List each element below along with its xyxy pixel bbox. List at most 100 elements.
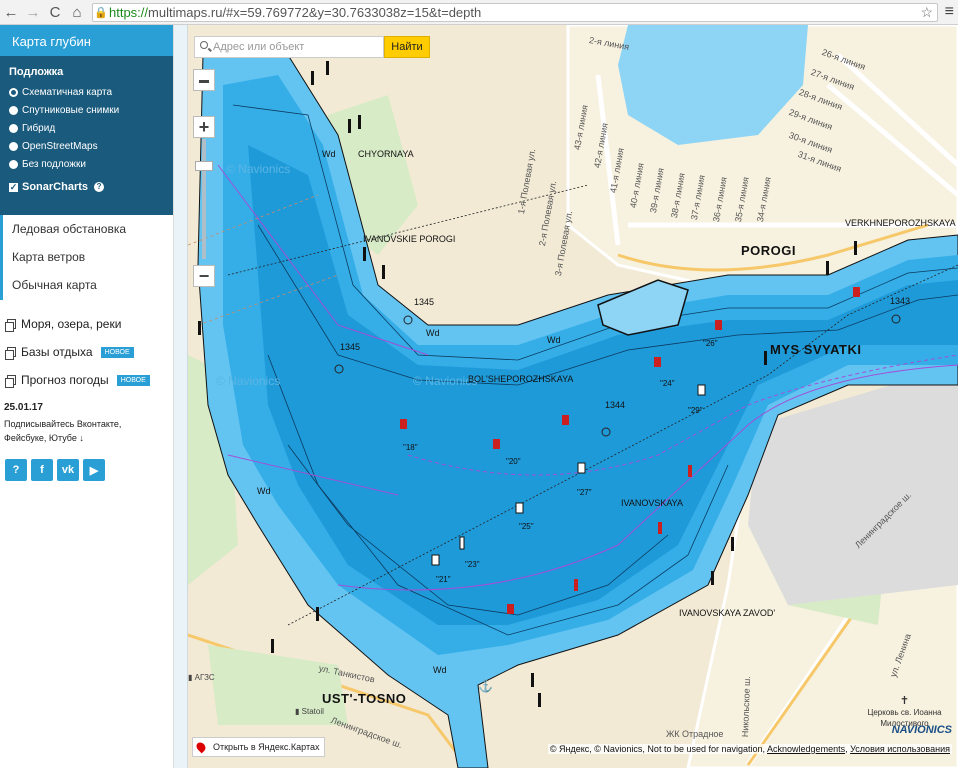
- basemap-option-hybrid[interactable]: Гибрид: [9, 119, 173, 137]
- white-buoy-icon: [459, 536, 465, 550]
- sidebar-header[interactable]: Карта глубин: [0, 25, 173, 56]
- depth-map[interactable]: © Navionics © Navionics © Navionics CHYO…: [188, 25, 958, 768]
- depth-label: Wd: [547, 335, 561, 345]
- url-path: multimaps.ru/#x=59.769772&y=30.7633038z=…: [148, 5, 482, 20]
- bookmark-star-icon[interactable]: ☆: [920, 4, 933, 21]
- white-buoy-icon: [431, 554, 440, 566]
- open-in-yandex-button[interactable]: Открыть в Яндекс.Картах: [192, 737, 326, 757]
- statoil-poi: ▮ Statoil: [295, 707, 324, 716]
- open-in-yandex-label: Открыть в Яндекс.Картах: [213, 742, 320, 752]
- search-button[interactable]: Найти: [384, 36, 430, 58]
- zoom-out-button[interactable]: −: [193, 265, 215, 287]
- category-label: Прогноз погоды: [21, 373, 109, 387]
- radio-icon[interactable]: [9, 159, 18, 169]
- copyright-text: © Яндекс, © Navionics, Not to be used fo…: [549, 744, 766, 754]
- category-seas-lakes[interactable]: Моря, озера, реки: [0, 310, 173, 338]
- url-scheme: https://: [109, 5, 149, 20]
- depth-label: 1345: [414, 297, 435, 307]
- youtube-button[interactable]: ▶: [83, 459, 105, 481]
- light-icon: [311, 71, 314, 85]
- news-text: Подписывайтесь Вконтакте, Фейсбуке, Ютуб…: [0, 417, 140, 445]
- back-button[interactable]: ←: [0, 1, 22, 23]
- light-icon: [271, 639, 274, 653]
- place-ivanovskaya-zavod: IVANOVSKAYA ZAVOD': [679, 608, 776, 618]
- red-buoy-icon: [400, 419, 407, 429]
- light-icon: [538, 693, 541, 707]
- terms-link[interactable]: Условия использования: [850, 744, 950, 754]
- basemap-option-none[interactable]: Без подложки: [9, 155, 173, 173]
- radio-icon[interactable]: [9, 141, 18, 151]
- category-weather[interactable]: Прогноз погоды НОВОЕ: [0, 366, 173, 394]
- home-icon[interactable]: ⌂: [66, 1, 88, 23]
- radio-icon[interactable]: [9, 123, 18, 133]
- light-icon: [326, 61, 329, 75]
- link-ice-conditions[interactable]: Ледовая обстановка: [12, 221, 173, 249]
- map-canvas: [188, 25, 958, 768]
- basemap-title: Подложка: [9, 66, 64, 78]
- red-buoy-icon: [715, 320, 722, 330]
- sidebar: Карта глубин Подложка Схематичная карта …: [0, 25, 174, 768]
- sonarcharts-toggle[interactable]: ✓ SonarCharts ?: [9, 181, 173, 193]
- anchor-icon: ⚓: [478, 679, 493, 693]
- place-ust-tosno: UST'-TOSNO: [322, 691, 407, 706]
- radio-icon[interactable]: [9, 105, 18, 115]
- light-icon: [382, 265, 385, 279]
- gas-station-icon: ▮: [188, 673, 193, 682]
- depth-label: Wd: [322, 149, 336, 159]
- zoom-slider-track[interactable]: [202, 139, 206, 259]
- light-icon: [764, 351, 767, 365]
- buoy-label: "24": [660, 379, 675, 388]
- news-date: 25.01.17: [4, 402, 43, 413]
- forward-button[interactable]: →: [22, 1, 44, 23]
- vkontakte-button[interactable]: vk: [57, 459, 79, 481]
- reload-button[interactable]: C: [44, 1, 66, 23]
- light-icon: [358, 115, 361, 129]
- checkbox-checked-icon[interactable]: ✓: [9, 182, 18, 192]
- light-icon: [854, 241, 857, 255]
- basemap-option-label: Спутниковые снимки: [22, 104, 120, 116]
- browser-toolbar: ← → C ⌂ 🔒 https:// multimaps.ru/#x=59.76…: [0, 0, 958, 25]
- sonarcharts-label: SonarCharts: [22, 181, 89, 193]
- radio-selected-icon[interactable]: [9, 87, 18, 97]
- red-buoy-icon: [654, 357, 661, 367]
- facebook-button[interactable]: f: [31, 459, 53, 481]
- pages-icon: [5, 375, 16, 388]
- watermark: © Navionics: [226, 162, 291, 176]
- red-buoy-icon: [507, 604, 514, 614]
- buoy-label: "27": [577, 488, 592, 497]
- light-icon: [363, 247, 366, 261]
- cross-icon: ✝: [899, 695, 910, 707]
- basemap-option-label: Без подложки: [22, 158, 86, 170]
- map-layer-links: Ледовая обстановка Карта ветров Обычная …: [0, 215, 173, 300]
- news-text-body: Подписывайтесь Вконтакте, Фейсбуке, Ютуб…: [4, 419, 122, 443]
- place-mys-svyatki: MYS SVYATKI: [770, 342, 862, 357]
- light-icon: [531, 673, 534, 687]
- basemap-option-satellite[interactable]: Спутниковые снимки: [9, 101, 173, 119]
- depth-label: Wd: [257, 486, 271, 496]
- place-ivanovskaya: IVANOVSKAYA: [621, 498, 684, 508]
- zoom-in-button[interactable]: +: [193, 116, 215, 138]
- basemap-option-osm[interactable]: OpenStreetMaps: [9, 137, 173, 155]
- map-left-strip: [174, 25, 188, 768]
- ruler-icon[interactable]: ▬: [193, 69, 215, 91]
- browser-menu-icon[interactable]: ≡: [945, 3, 954, 21]
- new-badge: НОВОЕ: [116, 374, 150, 386]
- place-ivanovskie-porogi: IVANOVSKIE POROGI: [363, 234, 456, 244]
- copyright-bar: © Яндекс, © Navionics, Not to be used fo…: [547, 744, 952, 754]
- basemap-option-schematic[interactable]: Схематичная карта: [9, 83, 173, 101]
- place-bolsheporozhskaya: BOL'SHEPOROZHSKAYA: [468, 374, 574, 384]
- map-search-input[interactable]: Адрес или объект: [194, 36, 384, 58]
- address-bar[interactable]: 🔒 https:// multimaps.ru/#x=59.769772&y=3…: [92, 3, 938, 22]
- zoom-slider-handle[interactable]: [195, 161, 213, 171]
- link-regular-map[interactable]: Обычная карта: [12, 277, 173, 305]
- help-button[interactable]: ?: [5, 459, 27, 481]
- link-wind-map[interactable]: Карта ветров: [12, 249, 173, 277]
- category-recreation-bases[interactable]: Базы отдыха НОВОЕ: [0, 338, 173, 366]
- help-icon[interactable]: ?: [94, 182, 105, 192]
- acknowledgements-link[interactable]: Acknowledgements: [767, 744, 845, 754]
- search-icon: [200, 41, 208, 49]
- gas-station-icon: ▮: [295, 707, 300, 716]
- navionics-logo: NAVIONICS: [891, 724, 952, 736]
- red-buoy-icon: [688, 465, 692, 477]
- basemap-option-label: OpenStreetMaps: [22, 140, 98, 152]
